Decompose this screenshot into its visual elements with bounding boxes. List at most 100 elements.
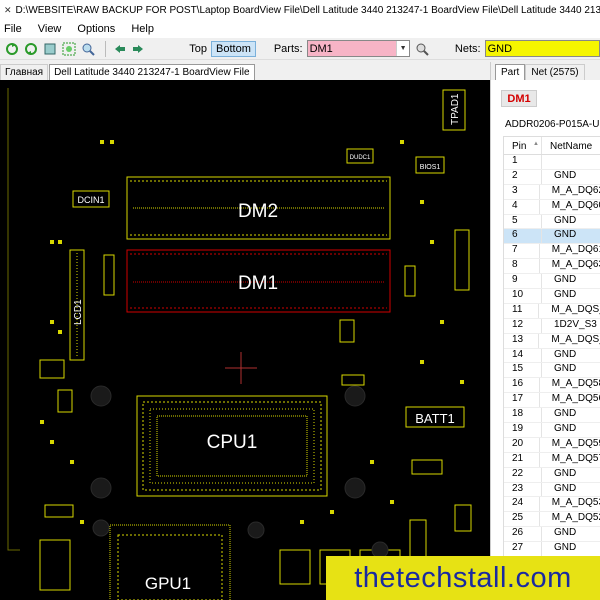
table-row[interactable]: 20 M_A_DQ59: [504, 437, 600, 453]
table-row[interactable]: 1: [504, 155, 600, 170]
pin-cell: 5: [504, 214, 542, 229]
table-row[interactable]: 18 GND: [504, 408, 600, 424]
table-row[interactable]: 6 GND: [504, 229, 600, 245]
zoom-in-icon[interactable]: [80, 41, 96, 57]
pin-cell: 16: [504, 378, 540, 393]
menu-view[interactable]: View: [38, 23, 62, 35]
pin-cell: 11: [504, 303, 540, 318]
chevron-down-icon[interactable]: ▼: [396, 41, 410, 56]
netname-cell: [542, 155, 554, 169]
pin-cell: 27: [504, 542, 542, 557]
pin-cell: 2: [504, 169, 542, 184]
netname-cell: M_A_DQ60: [551, 199, 600, 211]
title-bar: ✕ D:\WEBSITE\RAW BACKUP FOR POST\Laptop …: [0, 0, 600, 20]
pin-cell: 3: [504, 184, 540, 199]
table-row[interactable]: 12 1D2V_S3: [504, 318, 600, 334]
pin-cell: 10: [504, 289, 542, 303]
table-row[interactable]: 7 M_A_DQ61: [504, 244, 600, 260]
table-row[interactable]: 2 GND: [504, 169, 600, 185]
label-dm2: DM2: [238, 201, 278, 222]
search-icon[interactable]: [414, 41, 430, 57]
tab-boardview[interactable]: Dell Latitude 3440 213247-1 BoardView Fi…: [49, 64, 255, 80]
back-icon[interactable]: [112, 41, 128, 57]
table-row[interactable]: 4 M_A_DQ60: [504, 199, 600, 215]
pin-table[interactable]: Pin ▲ NetName 1 2 GND 3 M_A_DQ62 4 M_A_DQ60 5 GND…: [503, 136, 600, 600]
bottom-button[interactable]: Bottom: [211, 40, 256, 57]
netname-cell: M_A_DQ61: [551, 244, 600, 256]
table-row[interactable]: 3 M_A_DQ62: [504, 184, 600, 200]
netname-cell: GND: [554, 229, 577, 241]
table-row[interactable]: 17 M_A_DQ56: [504, 393, 600, 409]
table-row[interactable]: 5 GND: [504, 214, 600, 230]
pin-cell: 6: [504, 229, 542, 244]
netname-cell: GND: [554, 423, 577, 435]
menu-options[interactable]: Options: [77, 23, 115, 35]
forward-icon[interactable]: [131, 41, 147, 57]
table-row[interactable]: 14 GND: [504, 348, 600, 364]
label-gpu1: GPU1: [145, 574, 191, 593]
tab-home[interactable]: Главная: [0, 64, 49, 80]
toolbar: Top Bottom Parts: DM1 ▼ Nets: GND: [0, 38, 600, 60]
pin-cell: 14: [504, 348, 542, 363]
refresh-icon[interactable]: [4, 41, 20, 57]
netname-cell: M_A_DQ56: [551, 393, 600, 405]
zoom-area-icon[interactable]: [61, 41, 77, 57]
tab-net[interactable]: Net (2575): [525, 64, 585, 80]
toolbar-separator: [104, 40, 106, 57]
netname-cell: M_A_DQS_: [551, 333, 600, 345]
label-tpad1: TPAD1: [450, 93, 461, 125]
app-icon: ✕: [4, 5, 12, 15]
refresh-alt-icon[interactable]: [23, 41, 39, 57]
netname-cell: GND: [554, 363, 577, 375]
board-drawing[interactable]: DM2 DM1 CPU1 BATT1 GPU1 DCIN1 BIOS1 DUDC…: [0, 80, 490, 600]
table-row[interactable]: 21 M_A_DQ57: [504, 452, 600, 468]
part-description: ADDR0206-P015A-U: [505, 119, 600, 130]
pin-cell: 26: [504, 527, 542, 542]
netname-cell: GND: [554, 289, 577, 301]
column-pin-label: Pin: [512, 141, 527, 152]
table-row[interactable]: 19 GND: [504, 423, 600, 438]
netname-cell: M_A_DQ59: [551, 437, 600, 449]
pin-cell: 15: [504, 363, 542, 378]
zoom-fit-icon[interactable]: [42, 41, 58, 57]
parts-combo[interactable]: DM1 ▼: [306, 40, 411, 57]
board-canvas[interactable]: DM2 DM1 CPU1 BATT1 GPU1 DCIN1 BIOS1 DUDC…: [0, 80, 490, 600]
table-row[interactable]: 11 M_A_DQS_: [504, 303, 600, 319]
nets-combo[interactable]: GND: [484, 40, 600, 57]
netname-cell: M_A_DQ52: [551, 512, 600, 524]
column-pin[interactable]: Pin ▲: [504, 137, 542, 154]
netname-cell: GND: [554, 467, 577, 479]
pin-cell: 22: [504, 467, 542, 482]
pin-cell: 8: [504, 259, 540, 274]
table-row[interactable]: 26 GND: [504, 527, 600, 543]
pin-cell: 20: [504, 437, 540, 452]
tab-part[interactable]: Part: [495, 64, 526, 80]
netname-cell: M_A_DQS_: [551, 303, 600, 315]
table-row[interactable]: 25 M_A_DQ52: [504, 512, 600, 528]
table-row[interactable]: 13 M_A_DQS_: [504, 333, 600, 349]
top-label[interactable]: Top: [189, 43, 207, 55]
window-title: D:\WEBSITE\RAW BACKUP FOR POST\Laptop Bo…: [15, 4, 600, 16]
nets-value: GND: [487, 42, 513, 55]
table-row[interactable]: 10 GND: [504, 289, 600, 304]
netname-cell: GND: [554, 408, 577, 420]
column-netname[interactable]: NetName: [542, 137, 592, 154]
table-row[interactable]: 27 GND: [504, 542, 600, 558]
part-name-badge: DM1: [501, 90, 537, 107]
pin-cell: 24: [504, 497, 540, 512]
label-dcin1: DCIN1: [77, 195, 104, 205]
menu-file[interactable]: File: [4, 23, 22, 35]
pin-cell: 21: [504, 452, 540, 467]
table-row[interactable]: 24 M_A_DQ53: [504, 497, 600, 513]
table-row[interactable]: 9 GND: [504, 274, 600, 290]
menu-help[interactable]: Help: [131, 23, 154, 35]
table-row[interactable]: 16 M_A_DQ58: [504, 378, 600, 394]
table-row[interactable]: 23 GND: [504, 482, 600, 498]
side-panel: Part Net (2575) DM1 ADDR0206-P015A-U Pin…: [490, 62, 600, 600]
table-row[interactable]: 15 GND: [504, 363, 600, 379]
table-row[interactable]: 22 GND: [504, 467, 600, 483]
table-row[interactable]: 8 M_A_DQ63: [504, 259, 600, 275]
label-bios1: BIOS1: [420, 164, 441, 171]
netname-cell: GND: [554, 348, 577, 360]
pin-table-header: Pin ▲ NetName: [504, 137, 600, 155]
